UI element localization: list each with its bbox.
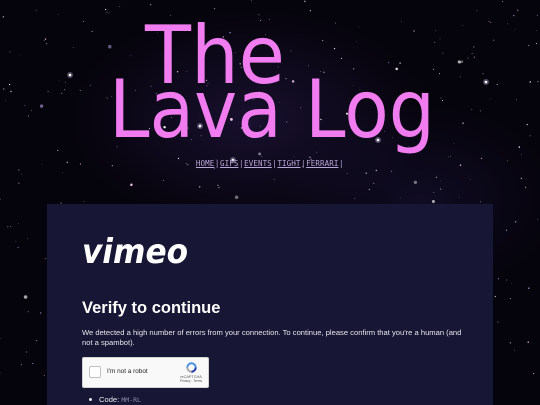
recaptcha-links[interactable]: Privacy - Terms xyxy=(177,379,205,383)
verify-heading: Verify to continue xyxy=(82,299,221,317)
star xyxy=(525,186,527,188)
star xyxy=(373,182,375,184)
star xyxy=(527,341,529,343)
code-label: Code: xyxy=(99,395,120,404)
star xyxy=(36,340,38,342)
star xyxy=(433,191,435,194)
star xyxy=(10,225,11,227)
star xyxy=(83,200,85,203)
star xyxy=(509,297,511,299)
nav-link-tight[interactable]: TIGHT xyxy=(277,159,300,168)
nav-separator: | xyxy=(238,159,244,168)
nav-link-ferrari[interactable]: FERRARI xyxy=(306,159,338,168)
star xyxy=(27,238,29,240)
star xyxy=(7,226,9,228)
star xyxy=(32,362,34,365)
nav-separator: | xyxy=(301,159,306,168)
recaptcha-checkbox[interactable] xyxy=(89,366,101,378)
star xyxy=(537,218,539,220)
star xyxy=(479,201,481,203)
star xyxy=(413,180,418,185)
star xyxy=(27,311,29,313)
star xyxy=(62,172,63,173)
recaptcha-label: I'm not a robot xyxy=(107,368,148,375)
nav-link-events[interactable]: EVENTS xyxy=(244,159,272,168)
star xyxy=(532,372,535,375)
star xyxy=(515,221,517,223)
star xyxy=(365,172,367,174)
star xyxy=(458,196,460,198)
recaptcha-branding: reCAPTCHA Privacy - Terms xyxy=(177,361,205,383)
star xyxy=(18,169,20,171)
star xyxy=(506,279,508,281)
recaptcha-icon xyxy=(185,362,197,373)
star xyxy=(17,223,19,224)
star xyxy=(18,182,20,184)
vimeo-logo: vimeo xyxy=(82,230,192,272)
site-title-line2: Lava Log xyxy=(109,63,435,156)
bullet-icon xyxy=(89,398,92,401)
star xyxy=(15,241,17,242)
star xyxy=(234,195,239,200)
star xyxy=(21,174,22,175)
star xyxy=(520,177,522,179)
nav-separator: | xyxy=(214,159,220,168)
star xyxy=(199,186,201,188)
star xyxy=(218,186,220,189)
star xyxy=(469,178,471,180)
star xyxy=(439,188,442,190)
star xyxy=(0,338,2,339)
site-title: The Lava Log xyxy=(0,0,540,160)
star xyxy=(217,184,219,186)
star xyxy=(17,246,19,249)
star xyxy=(528,287,530,289)
star xyxy=(354,197,356,199)
nav-link-gifs[interactable]: GIFS xyxy=(220,159,238,168)
star xyxy=(494,295,496,298)
star xyxy=(399,197,401,199)
vimeo-logo-text: vimeo xyxy=(82,232,188,270)
star xyxy=(368,188,370,191)
star xyxy=(506,229,508,231)
verify-message: We detected a high number of errors from… xyxy=(82,328,462,347)
star xyxy=(40,312,42,314)
star xyxy=(375,169,377,172)
star xyxy=(43,375,45,376)
star xyxy=(274,179,275,181)
recaptcha-widget[interactable]: I'm not a robot reCAPTCHA Privacy - Term… xyxy=(82,357,209,388)
star xyxy=(509,342,512,344)
star xyxy=(213,168,215,170)
list-item: Code: MM-RL xyxy=(89,395,141,404)
nav-link-home[interactable]: HOME xyxy=(196,159,214,168)
code-value: MM-RL xyxy=(121,396,141,404)
nav-separator: | xyxy=(338,159,344,168)
star xyxy=(23,295,28,299)
star xyxy=(163,180,164,181)
star xyxy=(0,198,1,200)
site-nav: HOME|GIFS|EVENTS|TIGHT|FERRARI| xyxy=(0,159,540,168)
error-details: Code: MM-RL xyxy=(89,395,141,404)
star xyxy=(497,321,499,323)
star xyxy=(511,283,512,284)
star xyxy=(130,183,133,187)
star xyxy=(440,180,442,182)
star xyxy=(25,351,27,353)
star xyxy=(514,349,516,351)
star xyxy=(431,200,435,203)
star xyxy=(20,364,22,366)
star xyxy=(391,170,393,172)
star xyxy=(346,172,348,174)
star xyxy=(497,278,500,280)
verification-panel: vimeo Verify to continue We detected a h… xyxy=(47,204,493,405)
star xyxy=(435,176,438,178)
